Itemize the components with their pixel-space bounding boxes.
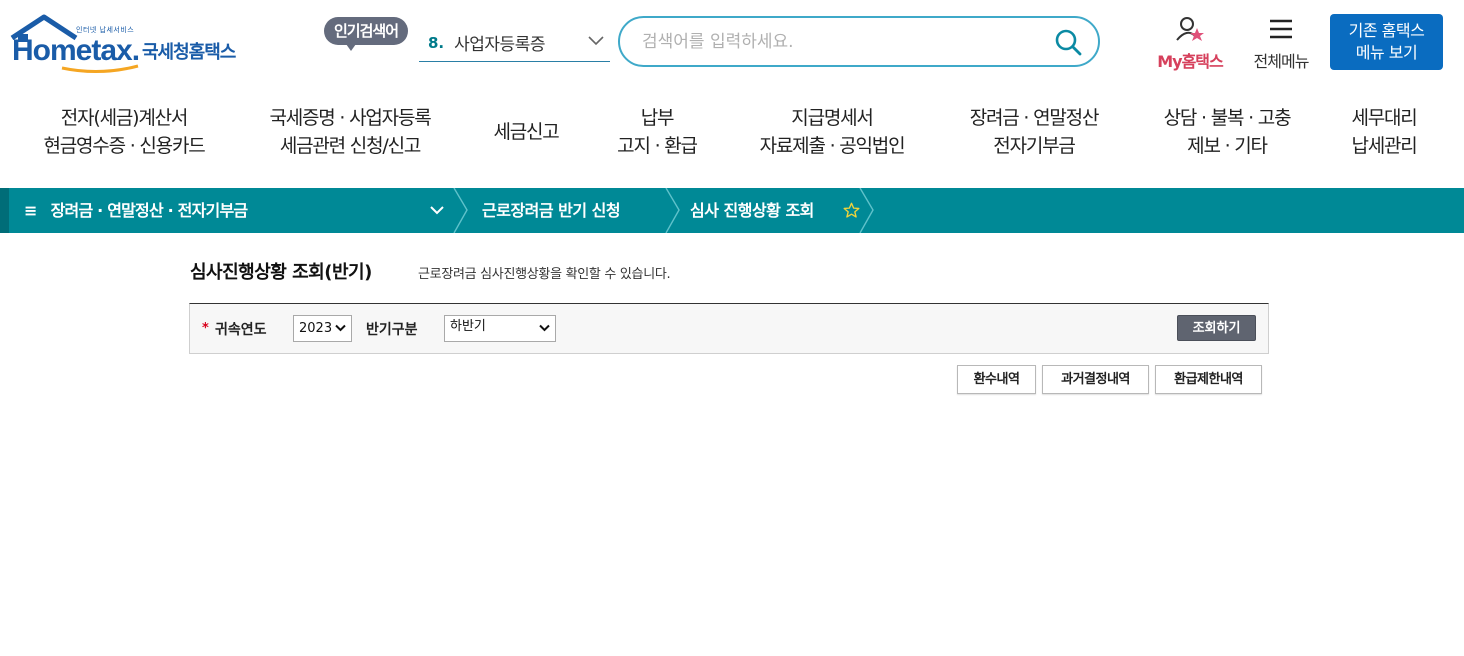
logo-swoosh-icon — [61, 64, 139, 74]
gnb-item-line2: 자료제출 · 공익법인 — [759, 135, 906, 157]
gnb-item-line1: 국세증명 · 사업자등록 — [269, 107, 431, 129]
search-box — [618, 16, 1100, 67]
logo-wordmark: Hometax. — [12, 34, 140, 67]
refund-limit-button[interactable]: 환급제한내역 — [1155, 365, 1262, 394]
gnb-item-line1: 장려금 · 연말정산 — [969, 107, 1100, 129]
classic-button-line2: 메뉴 보기 — [1355, 43, 1418, 62]
gnb-item-tax-report[interactable]: 세금신고 — [474, 104, 578, 146]
all-menu-button[interactable]: 전체메뉴 — [1244, 16, 1318, 72]
gnb-item-line2: 세금관련 신청/신고 — [279, 135, 421, 157]
location-bar-edge — [0, 188, 9, 233]
half-year-select[interactable]: 하반기 — [444, 315, 556, 342]
breadcrumb-review-status[interactable]: 심사 진행상황 조회 — [690, 188, 814, 233]
gnb-item-line2: 제보 · 기타 — [1187, 135, 1268, 157]
gnb-item-line2: 고지 · 환급 — [617, 135, 698, 157]
refund-history-button[interactable]: 환수내역 — [957, 365, 1036, 394]
gnb-item-line2: 현금영수증 · 신용카드 — [43, 135, 205, 157]
gnb-item-line1: 지급명세서 — [791, 107, 874, 129]
breadcrumb-half-year-apply[interactable]: 근로장려금 반기 신청 — [482, 188, 621, 233]
search-icon[interactable] — [1054, 28, 1082, 56]
chevron-down-icon[interactable] — [588, 36, 604, 46]
popular-search-badge: 인기검색어 — [324, 17, 409, 51]
hamburger-icon — [1270, 19, 1292, 39]
page-title: 심사진행상황 조회(반기) — [190, 262, 372, 283]
gnb-item-consultation[interactable]: 상담 · 불복 · 고충 제보 · 기타 — [1142, 104, 1312, 160]
location-menu-label: 장려금 · 연말정산 · 전자기부금 — [50, 201, 248, 220]
myhometax-label: My홈택스 — [1157, 52, 1224, 71]
search-input[interactable] — [642, 30, 1042, 54]
breadcrumb-separator-icon — [859, 188, 874, 233]
classic-button-line1: 기존 홈택스 — [1348, 21, 1425, 40]
classic-hometax-button[interactable]: 기존 홈택스 메뉴 보기 — [1330, 14, 1443, 70]
gnb-item-payment[interactable]: 납부 고지 · 환급 — [600, 104, 714, 160]
breadcrumb-separator-icon — [453, 188, 468, 233]
gnb-item-line1: 납부 — [640, 107, 675, 129]
chevron-down-icon — [539, 324, 550, 332]
all-menu-label: 전체메뉴 — [1253, 52, 1310, 71]
popular-keyword-select[interactable]: 8. 사업자등록증 — [419, 24, 610, 62]
gnb-item-certificate[interactable]: 국세증명 · 사업자등록 세금관련 신청/신고 — [250, 104, 450, 160]
global-navigation: 전자(세금)계산서 현금영수증 · 신용카드 국세증명 · 사업자등록 세금관련… — [0, 96, 1464, 178]
popular-keyword-text: 사업자등록증 — [454, 35, 545, 55]
chevron-down-icon — [335, 324, 346, 332]
gnb-item-line2: 납세관리 — [1351, 135, 1417, 157]
menu-bars-icon: ≡ — [24, 201, 37, 220]
year-select-value: 2023 — [299, 321, 333, 336]
location-menu-select[interactable]: ≡ 장려금 · 연말정산 · 전자기부금 — [24, 188, 248, 233]
gnb-item-invoice[interactable]: 전자(세금)계산서 현금영수증 · 신용카드 — [34, 104, 214, 160]
gnb-item-tax-agent[interactable]: 세무대리 납세관리 — [1334, 104, 1434, 160]
myhometax-button[interactable]: My홈택스 — [1148, 16, 1232, 72]
search-filter-panel: * 귀속연도 2023 반기구분 하반기 조회하기 — [189, 303, 1269, 354]
gnb-item-incentive[interactable]: 장려금 · 연말정산 전자기부금 — [948, 104, 1120, 160]
year-select[interactable]: 2023 — [293, 315, 352, 342]
location-bar: ≡ 장려금 · 연말정산 · 전자기부금 근로장려금 반기 신청 심사 진행상황 … — [0, 188, 1464, 233]
user-star-icon — [1176, 17, 1204, 41]
gnb-item-line1: 전자(세금)계산서 — [60, 107, 189, 129]
gnb-item-line1: 세금신고 — [493, 121, 559, 143]
logo-korean-name: 국세청홈택스 — [142, 42, 236, 63]
half-year-select-value: 하반기 — [450, 319, 486, 334]
popular-keyword-rank: 8. — [428, 33, 445, 52]
gnb-item-line2: 전자기부금 — [993, 135, 1076, 157]
page-description: 근로장려금 심사진행상황을 확인할 수 있습니다. — [418, 267, 671, 282]
chevron-down-icon[interactable] — [430, 205, 444, 215]
required-mark: * — [202, 321, 209, 336]
year-label: 귀속연도 — [215, 322, 267, 338]
half-year-label: 반기구분 — [366, 322, 418, 338]
past-decisions-button[interactable]: 과거결정내역 — [1042, 365, 1149, 394]
breadcrumb-separator-icon — [665, 188, 680, 233]
gnb-item-line1: 상담 · 불복 · 고충 — [1163, 107, 1292, 129]
gnb-item-line1: 세무대리 — [1351, 107, 1417, 129]
query-button[interactable]: 조회하기 — [1177, 315, 1256, 341]
hometax-logo[interactable]: 인터넷 납세서비스 Hometax. 국세청홈택스 — [10, 14, 260, 74]
gnb-item-payment-statement[interactable]: 지급명세서 자료제출 · 공익법인 — [738, 104, 926, 160]
